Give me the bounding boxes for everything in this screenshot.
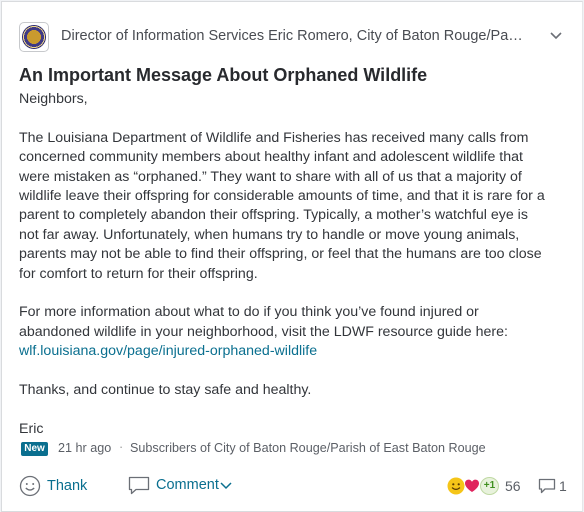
author-name[interactable]: Director of Information Services Eric Ro…: [61, 28, 531, 44]
resource-link[interactable]: wlf.louisiana.gov/page/injured-orphaned-…: [19, 343, 317, 359]
post-signature: Eric: [19, 420, 44, 437]
smile-reaction-icon: [447, 477, 465, 495]
post-card: Director of Information Services Eric Ro…: [1, 1, 583, 512]
post-header: Director of Information Services Eric Ro…: [19, 22, 562, 54]
post-actions: Thank Comment +1 56 1: [19, 472, 579, 500]
heart-reaction-icon: [465, 479, 479, 492]
reaction-count[interactable]: 56: [505, 478, 521, 494]
reply-bubble-icon[interactable]: [538, 477, 556, 495]
plus-one-reaction-icon: +1: [480, 477, 499, 495]
author-avatar[interactable]: [19, 22, 49, 52]
post-greeting: Neighbors,: [19, 91, 88, 107]
post-title[interactable]: An Important Message About Orphaned Wild…: [19, 65, 427, 86]
chevron-down-icon[interactable]: [220, 481, 232, 491]
post-paragraph: The Louisiana Department of Wildlife and…: [19, 129, 545, 282]
smile-icon[interactable]: [19, 475, 41, 497]
reply-count[interactable]: 1: [559, 478, 567, 494]
thank-button[interactable]: Thank: [47, 478, 87, 494]
post-meta: New 21 hr ago · Subscribers of City of B…: [19, 439, 579, 459]
post-timestamp[interactable]: 21 hr ago: [58, 441, 111, 455]
comment-bubble-icon[interactable]: [127, 474, 151, 496]
post-paragraph: For more information about what to do if…: [19, 303, 549, 361]
new-badge: New: [21, 442, 48, 456]
meta-separator: ·: [119, 440, 124, 454]
post-body: Neighbors, The Louisiana Department of W…: [19, 90, 549, 439]
reaction-summary[interactable]: +1: [447, 475, 507, 497]
chevron-down-icon[interactable]: [549, 29, 563, 43]
comment-button[interactable]: Comment: [156, 477, 219, 493]
post-closing: Thanks, and continue to stay safe and he…: [19, 382, 312, 399]
city-seal-icon: [22, 25, 46, 49]
post-paragraph-text: For more information about what to do if…: [19, 304, 508, 340]
post-audience[interactable]: Subscribers of City of Baton Rouge/Paris…: [130, 441, 486, 455]
